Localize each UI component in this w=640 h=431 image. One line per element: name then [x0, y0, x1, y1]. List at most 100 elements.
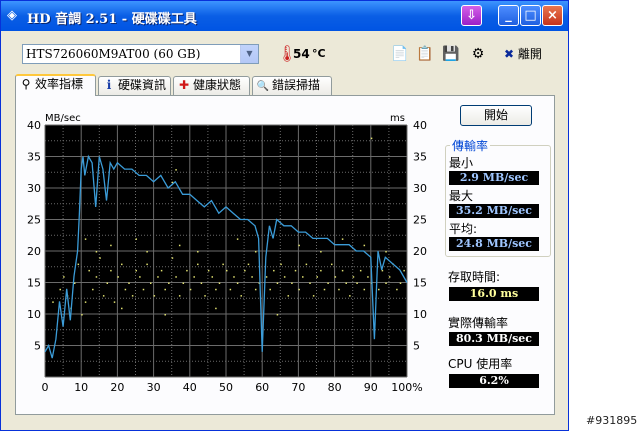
y-tick-left: 35 — [27, 151, 41, 164]
copy-text-icon[interactable]: 📄 — [391, 45, 409, 63]
tab-info[interactable]: i 硬碟資訊 — [98, 76, 171, 95]
access-time-point — [370, 137, 373, 140]
access-time-point — [81, 314, 83, 316]
y-tick-right: 20 — [413, 245, 427, 258]
minimize-button[interactable]: _ — [498, 5, 519, 26]
access-time-point — [240, 295, 242, 297]
access-time-point — [244, 269, 246, 272]
y-tick-right: 5 — [413, 340, 420, 353]
x-tick: 0 — [42, 381, 49, 394]
y-tick-right: 15 — [413, 277, 427, 290]
access-time-point — [233, 276, 235, 278]
access-time-point — [200, 282, 203, 284]
access-time-point — [291, 282, 293, 284]
y-tick-left: 30 — [27, 182, 41, 195]
access-time-point — [171, 257, 174, 259]
copy-screenshot-icon[interactable]: 📋 — [416, 45, 434, 63]
y-tick-left: 25 — [27, 214, 41, 227]
access-time-point — [63, 276, 65, 278]
access-time-point — [106, 282, 109, 284]
avg-value: 24.8 MB/sec — [449, 237, 539, 251]
access-time-point — [283, 276, 286, 278]
access-time-point — [77, 263, 80, 266]
access-time-point — [186, 269, 188, 272]
access-time-point — [302, 276, 304, 278]
access-time-point — [356, 282, 358, 284]
access-time-point — [164, 314, 166, 316]
access-time-point — [121, 263, 123, 266]
tab-benchmark[interactable]: ⚲ 效率指標 — [15, 74, 96, 96]
access-time-point — [316, 276, 318, 278]
access-time-point — [273, 269, 275, 272]
maximize-button[interactable]: □ — [520, 5, 541, 26]
watermark: #931895 — [586, 414, 638, 427]
tab-label: 錯誤掃描 — [272, 78, 321, 92]
y-tick-left: 40 — [27, 119, 41, 132]
tab-label: 硬碟資訊 — [118, 78, 167, 92]
close-button[interactable]: × — [542, 5, 563, 26]
x-tick: 50 — [219, 381, 233, 394]
access-time-point — [385, 251, 387, 253]
access-time-point — [189, 288, 192, 291]
access-time-point — [298, 244, 300, 247]
access-time-point — [309, 282, 311, 284]
access-time-point — [92, 288, 94, 291]
access-time-point — [378, 288, 380, 291]
access-time-point — [399, 282, 402, 284]
access-time-point — [73, 282, 76, 284]
exit-button[interactable]: ✖ 離開 — [504, 45, 542, 62]
access-time-point — [117, 276, 119, 278]
y-tick-left: 5 — [34, 340, 41, 353]
access-time-point — [349, 295, 351, 297]
y-tick-left: 10 — [27, 308, 41, 321]
x-tick: 80 — [328, 381, 342, 394]
access-time-point — [211, 276, 214, 278]
y-tick-right: 10 — [413, 308, 427, 321]
tab-health[interactable]: ✚ 健康狀態 — [173, 76, 250, 95]
access-time-point — [182, 282, 185, 284]
access-time-point — [254, 251, 257, 253]
y-tick-right: 25 — [413, 214, 427, 227]
tab-error-scan[interactable]: 🔍 錯誤掃描 — [252, 76, 332, 95]
avg-label: 平均: — [449, 222, 478, 236]
start-button[interactable]: 開始 — [460, 105, 532, 126]
access-time-point — [265, 276, 268, 278]
drive-select[interactable]: HTS726060M9AT00 (60 GB) ▼ — [22, 44, 259, 64]
access-time-value: 16.0 ms — [449, 287, 539, 301]
x-tick: 20 — [110, 381, 124, 394]
access-time-point — [359, 269, 362, 272]
y-axis-right-label: ms — [390, 113, 405, 124]
access-time-point — [251, 276, 253, 278]
min-label: 最小 — [449, 156, 474, 170]
access-time-point — [385, 282, 387, 284]
access-time-point — [128, 282, 130, 284]
access-time-point — [164, 288, 166, 291]
access-time-point — [229, 288, 232, 291]
access-time-point — [363, 244, 366, 247]
benchmark-chart-svg: MB/sec ms 5 5 10 10 15 15 20 20 25 25 30 30 35 35 40 40 0 1… — [27, 113, 427, 394]
access-time-point — [135, 238, 137, 240]
access-time-point — [226, 269, 228, 272]
burst-rate-value: 80.3 MB/sec — [449, 332, 539, 346]
access-time-point — [207, 269, 210, 272]
access-time-point — [84, 301, 87, 303]
access-time-point — [124, 288, 127, 291]
access-time-point — [396, 288, 398, 291]
chevron-down-icon[interactable]: ▼ — [240, 45, 258, 63]
access-time-point — [113, 301, 116, 303]
title-bar[interactable]: ◈ HD 音調 2.51 - 硬碟碟工具 ⇩ _ □ × — [1, 1, 568, 31]
access-time-point — [330, 263, 333, 266]
save-icon[interactable]: 💾 — [442, 45, 460, 63]
access-time-point — [381, 269, 384, 272]
x-tick: 70 — [291, 381, 305, 394]
access-time-point — [95, 276, 98, 278]
options-icon[interactable]: ⚙ — [469, 45, 487, 63]
access-time-point — [197, 263, 199, 266]
access-time-point — [276, 282, 279, 284]
access-time-point — [139, 276, 141, 278]
tray-button[interactable]: ⇩ — [461, 5, 482, 26]
max-value: 35.2 MB/sec — [449, 204, 539, 218]
access-time-point — [149, 282, 152, 284]
exit-x-icon: ✖ — [504, 47, 515, 61]
access-time-point — [135, 269, 137, 272]
